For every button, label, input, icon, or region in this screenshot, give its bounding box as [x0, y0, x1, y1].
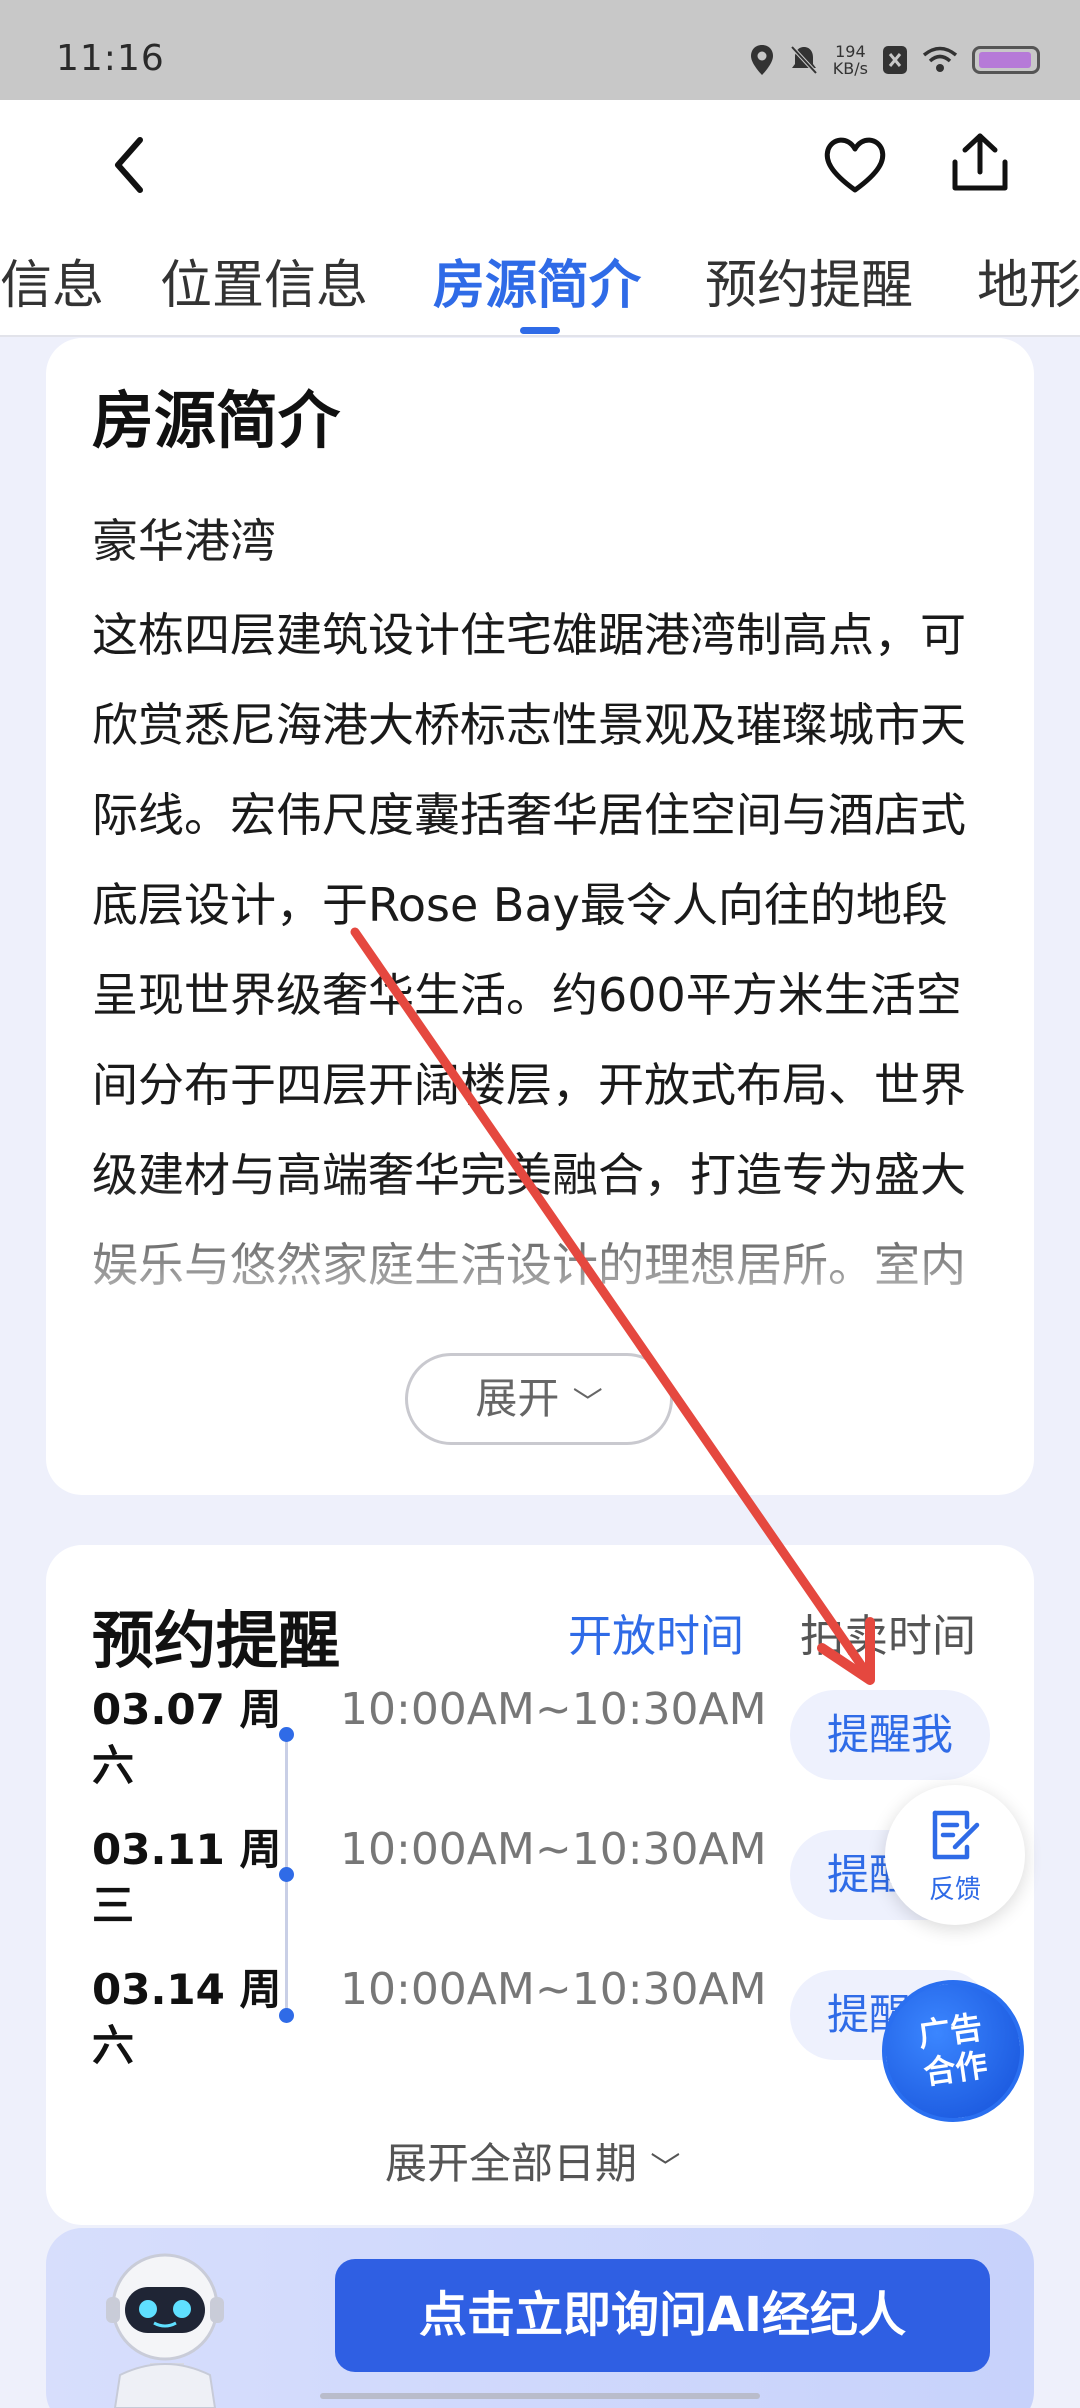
booking-date: 03.11 周三: [92, 1825, 282, 1930]
tab-intro[interactable]: 房源简介: [433, 243, 641, 318]
expand-all-dates-button[interactable]: 展开全部日期 ﹀: [385, 2130, 680, 2191]
booking-time: 10:00AM~10:30AM: [340, 1684, 767, 1735]
expand-intro-label: 展开: [475, 1374, 560, 1423]
net-speed: 194 KB/s: [833, 43, 868, 77]
status-bar: 11:16 194 KB/s: [0, 0, 1080, 100]
mute-icon: [790, 45, 818, 75]
expand-dates-label: 展开全部日期: [385, 2139, 638, 2188]
tab-auction-time[interactable]: 拍卖时间: [800, 1600, 976, 1664]
tab-info[interactable]: 信息: [0, 243, 104, 318]
intro-title: 房源简介: [92, 384, 341, 457]
sim-x-icon: [883, 46, 907, 74]
intro-subtitle: 豪华港湾: [92, 514, 276, 568]
booking-time: 10:00AM~10:30AM: [340, 1824, 767, 1875]
chevron-down-icon: ﹀: [650, 2151, 681, 2186]
location-icon: [750, 45, 773, 75]
net-speed-value: 194: [835, 42, 866, 61]
net-speed-unit: KB/s: [832, 59, 868, 78]
booking-time: 10:00AM~10:30AM: [340, 1964, 767, 2015]
feedback-icon: [932, 1810, 980, 1860]
tab-open-time[interactable]: 开放时间: [568, 1600, 744, 1664]
heart-icon[interactable]: [820, 130, 890, 200]
robot-avatar-icon: [106, 2253, 224, 2408]
wifi-icon: [922, 46, 958, 72]
header-divider: [0, 335, 1080, 337]
home-indicator: [320, 2393, 760, 2399]
back-button[interactable]: [100, 130, 160, 200]
booking-title: 预约提醒: [92, 1604, 341, 1677]
section-tabs: 信息 位置信息 房源简介 预约提醒 地形: [0, 235, 1080, 330]
expand-intro-button[interactable]: 展开 ﹀: [405, 1353, 673, 1445]
chevron-down-icon: ﹀: [572, 1386, 603, 1421]
ask-ai-agent-button[interactable]: 点击立即询问AI经纪人: [335, 2259, 990, 2372]
status-icons: 194 KB/s: [749, 40, 1040, 80]
tab-location[interactable]: 位置信息: [160, 243, 368, 318]
intro-fade: [60, 1180, 1020, 1340]
remind-me-button[interactable]: 提醒我: [790, 1690, 990, 1780]
feedback-button[interactable]: 反馈: [885, 1785, 1025, 1925]
tab-terrain[interactable]: 地形: [977, 243, 1080, 318]
booking-date: 03.07 周六: [92, 1685, 282, 1790]
share-icon[interactable]: [945, 128, 1015, 198]
battery-icon: [972, 46, 1040, 74]
tab-booking[interactable]: 预约提醒: [705, 243, 913, 318]
tab-active-indicator: [520, 327, 560, 334]
status-time: 11:16: [56, 38, 165, 79]
booking-date: 03.14 周六: [92, 1965, 282, 2070]
feedback-label: 反馈: [928, 1875, 981, 1905]
